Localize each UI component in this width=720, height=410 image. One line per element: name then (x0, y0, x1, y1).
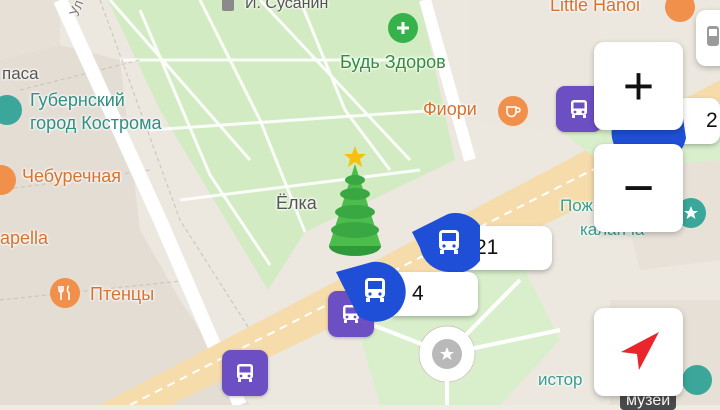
fork-knife-icon (58, 285, 70, 300)
label-bud-zdorov[interactable]: Будь Здоров (340, 52, 446, 73)
map-canvas[interactable]: И. Сусанин Ул паса Губернский город Кост… (0, 0, 720, 410)
ptentsy-icon[interactable] (50, 278, 80, 308)
label-fiori[interactable]: Фиори (423, 99, 477, 120)
museum-icon[interactable] (682, 365, 712, 395)
label-pasa: паса (2, 64, 39, 83)
label-cheburechnaya[interactable]: Чебуречная (22, 166, 121, 187)
navigation-arrow-icon (620, 332, 659, 370)
label-gubernsky-city[interactable]: город Кострома (30, 113, 161, 134)
label-istor[interactable]: истор (538, 370, 583, 390)
star-icon (684, 206, 698, 219)
label-ptentsy[interactable]: Птенцы (90, 284, 154, 305)
christmas-tree-icon[interactable] (325, 142, 385, 260)
pharmacy-icon[interactable] (388, 13, 418, 43)
label-pozharnaya[interactable]: Пож (560, 196, 593, 216)
zoom-out-button[interactable]: − (594, 144, 683, 232)
bus-icon (571, 100, 587, 118)
label-susanin: И. Сусанин (245, 0, 329, 12)
bus-icon (707, 26, 719, 46)
route-4-pin[interactable] (334, 258, 406, 322)
label-yolka[interactable]: Ёлка (276, 193, 317, 214)
star-outline-icon (440, 347, 454, 360)
square-star-icon[interactable] (432, 339, 462, 369)
locate-me-button[interactable] (594, 308, 683, 396)
cup-icon (506, 106, 521, 118)
plus-cross-icon (397, 22, 409, 34)
label-apella[interactable]: apella (0, 228, 48, 249)
label-little-hanoi[interactable]: Little Hanoi (550, 0, 640, 16)
label-gubernsky[interactable]: Губернский (30, 90, 125, 111)
route-21-pin[interactable] (408, 212, 480, 274)
bus-icon (237, 364, 253, 382)
partial-card[interactable] (696, 10, 720, 66)
bus-stop-marker[interactable] (222, 350, 268, 396)
cafe-icon[interactable] (498, 96, 528, 126)
monument-icon (222, 0, 234, 11)
zoom-in-button[interactable]: + (594, 42, 683, 130)
